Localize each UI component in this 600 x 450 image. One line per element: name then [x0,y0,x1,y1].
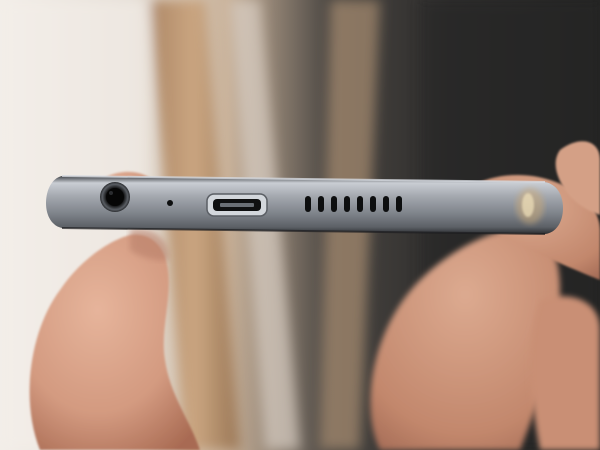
microphone-hole [167,200,173,206]
headphone-jack [100,182,130,212]
micro-usb-port [206,193,268,217]
speaker-grille [305,196,402,212]
photo-scene [0,0,600,450]
photo-illustration [0,0,600,450]
